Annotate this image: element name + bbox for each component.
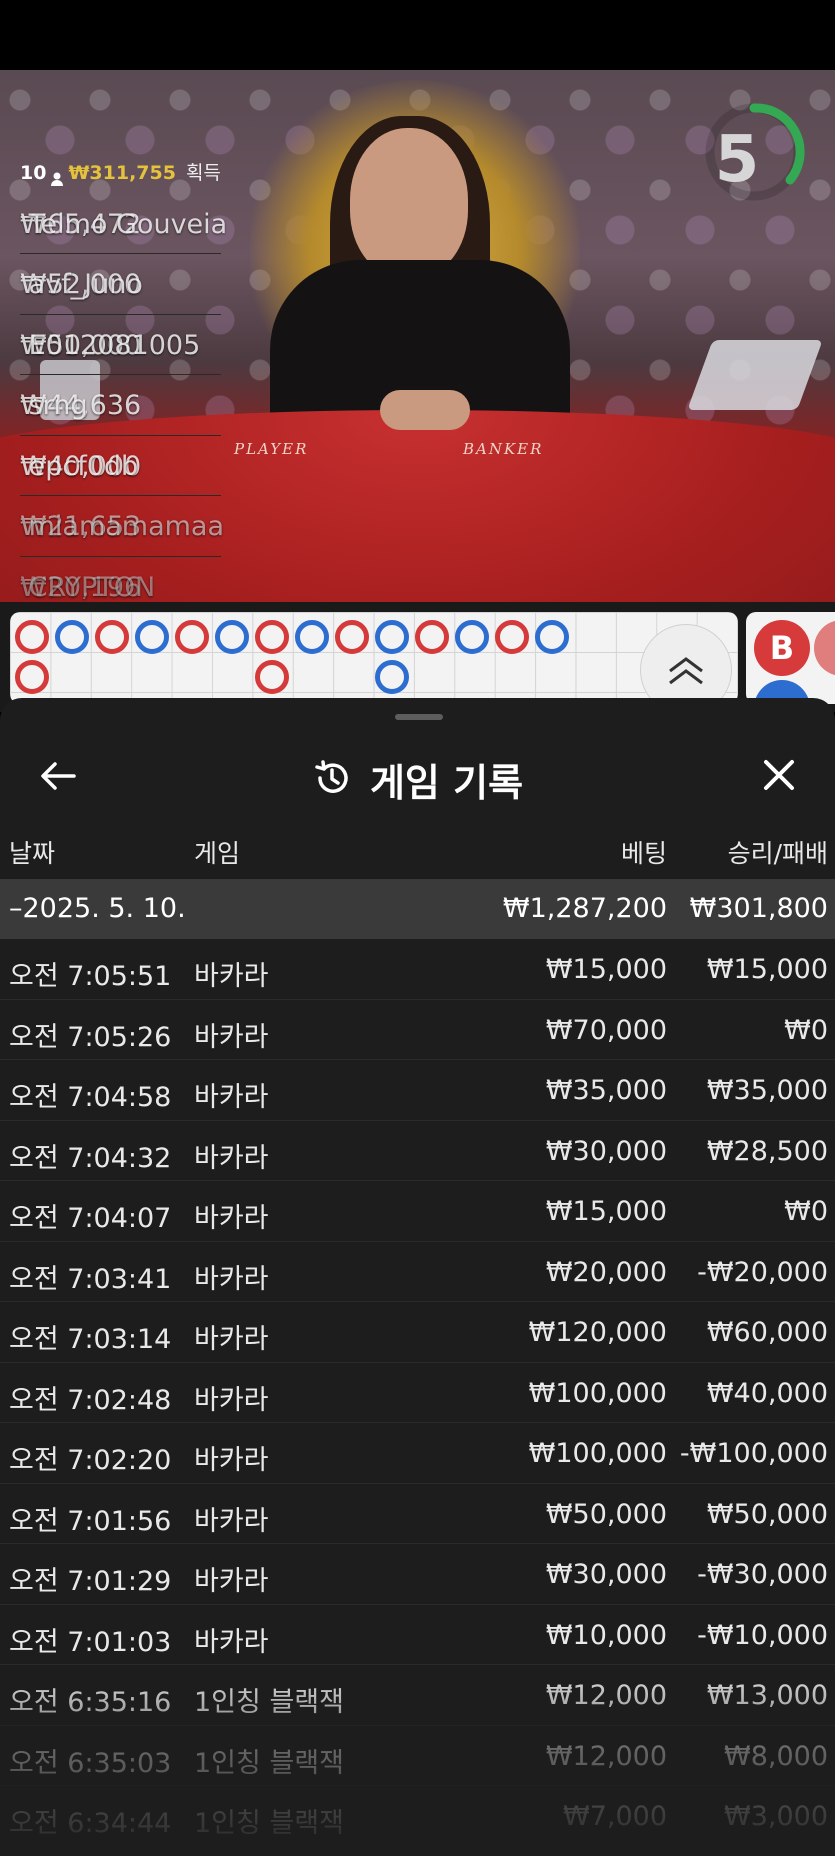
- close-button[interactable]: [756, 754, 802, 800]
- bead-banker: [255, 660, 289, 694]
- history-row[interactable]: 오전 7:05:51 바카라 ₩15,000 ₩15,000: [0, 939, 835, 1000]
- column-date: 날짜: [9, 839, 56, 868]
- history-row[interactable]: 오전 7:04:07 바카라 ₩15,000 ₩0: [0, 1181, 835, 1242]
- day-result-total: ₩301,800: [689, 893, 828, 924]
- chevron-double-up-icon: [666, 653, 706, 691]
- bead-banker: [335, 620, 369, 654]
- bead-player: [135, 620, 169, 654]
- bead-banker: [255, 620, 289, 654]
- day-label: –2025. 5. 10.: [9, 893, 186, 924]
- table-player-label: PLAYER: [234, 440, 309, 458]
- winners-count: 10: [20, 162, 47, 184]
- bead-player: [455, 620, 489, 654]
- history-row[interactable]: 오전 7:04:58 바카라 ₩35,000 ₩35,000: [0, 1060, 835, 1121]
- winners-list: 10 ₩311,755 획득 ₩65,472 Telmo Gouveia ₩52…: [20, 158, 227, 603]
- bead-banker: [15, 620, 49, 654]
- bead-banker: [15, 660, 49, 694]
- dealer-hands: [380, 390, 470, 430]
- bead-player: [375, 660, 409, 694]
- history-row[interactable]: 오전 6:35:16 1인칭 블랙잭 ₩12,000 ₩13,000: [0, 1665, 835, 1726]
- dealer-face: [350, 128, 468, 278]
- winner-row: ₩21,653 miamamamaa: [20, 496, 224, 557]
- scoreboard-road: B: [0, 602, 835, 736]
- bead-player: [295, 620, 329, 654]
- sheet-title: 게임 기록: [369, 761, 524, 805]
- bead-player: [375, 620, 409, 654]
- winner-row: ₩52,000 avf_Juno: [20, 254, 221, 315]
- winner-row: ₩40,000 epcf0db: [20, 436, 221, 496]
- history-row[interactable]: 오전 7:02:48 바카라 ₩100,000 ₩40,000: [0, 1363, 835, 1423]
- history-icon: [312, 758, 352, 802]
- history-row[interactable]: 오전 7:03:41 바카라 ₩20,000 -₩20,000: [0, 1242, 835, 1302]
- winner-row: ₩65,472 Telmo Gouveia: [20, 194, 227, 254]
- bead-banker: [415, 620, 449, 654]
- history-rows: 오전 7:05:51 바카라 ₩15,000 ₩15,000 오전 7:05:26 바카…: [0, 939, 835, 1847]
- day-bet-total: ₩1,287,200: [502, 893, 667, 924]
- history-row[interactable]: 오전 7:01:56 바카라 ₩50,000 ₩50,000: [0, 1484, 835, 1544]
- bead-player: [535, 620, 569, 654]
- countdown-number: 5: [714, 123, 760, 197]
- winners-header: 10 ₩311,755 획득: [20, 158, 221, 190]
- winner-row: ₩50,000 E012081005: [20, 315, 221, 375]
- sheet-header: 게임 기록: [0, 728, 835, 824]
- history-row[interactable]: 오전 7:02:20 바카라 ₩100,000 -₩100,000: [0, 1423, 835, 1484]
- history-row[interactable]: 오전 7:05:26 바카라 ₩70,000 ₩0: [0, 1000, 835, 1060]
- close-icon: [762, 758, 796, 796]
- live-video-stream: PLAYER BANKER 10 ₩311,755 획득 ₩65,472 Tel…: [0, 70, 835, 602]
- column-game: 게임: [194, 839, 241, 868]
- bead-banker: [175, 620, 209, 654]
- bead-banker: [95, 620, 129, 654]
- history-row[interactable]: 오전 7:01:03 바카라 ₩10,000 -₩10,000: [0, 1605, 835, 1665]
- table-banker-label: BANKER: [463, 440, 544, 458]
- day-summary-row[interactable]: –2025. 5. 10. ₩1,287,200 ₩301,800: [0, 879, 835, 939]
- banker-chip[interactable]: B: [754, 620, 810, 676]
- person-icon: [50, 166, 64, 186]
- bead-player: [55, 620, 89, 654]
- history-row[interactable]: 오전 7:03:14 바카라 ₩120,000 ₩60,000: [0, 1302, 835, 1363]
- column-bet: 베팅: [620, 839, 667, 868]
- sheet-title-group: 게임 기록: [0, 752, 835, 807]
- bead-banker: [495, 620, 529, 654]
- history-row[interactable]: 오전 7:01:29 바카라 ₩30,000 -₩30,000: [0, 1544, 835, 1605]
- game-history-sheet: 게임 기록 날짜 게임 베팅 승리/패배 –2025. 5. 10. ₩1,28…: [0, 698, 835, 1856]
- table-header: 날짜 게임 베팅 승리/패배: [0, 828, 835, 878]
- history-row[interactable]: 오전 6:35:03 1인칭 블랙잭 ₩12,000 ₩8,000: [0, 1726, 835, 1786]
- history-row[interactable]: 오전 6:34:44 1인칭 블랙잭 ₩7,000 ₩3,000: [0, 1786, 835, 1847]
- column-result: 승리/패배: [727, 839, 828, 868]
- winners-total-suffix: 획득: [185, 162, 221, 184]
- winner-row: ₩20,196 CRYPTON: [20, 557, 221, 603]
- winner-row: ₩44,636 srng: [20, 375, 221, 436]
- history-row[interactable]: 오전 7:04:32 바카라 ₩30,000 ₩28,500: [0, 1121, 835, 1181]
- sheet-drag-handle[interactable]: [395, 714, 443, 720]
- winners-total: ₩311,755: [68, 162, 176, 184]
- bead-player: [215, 620, 249, 654]
